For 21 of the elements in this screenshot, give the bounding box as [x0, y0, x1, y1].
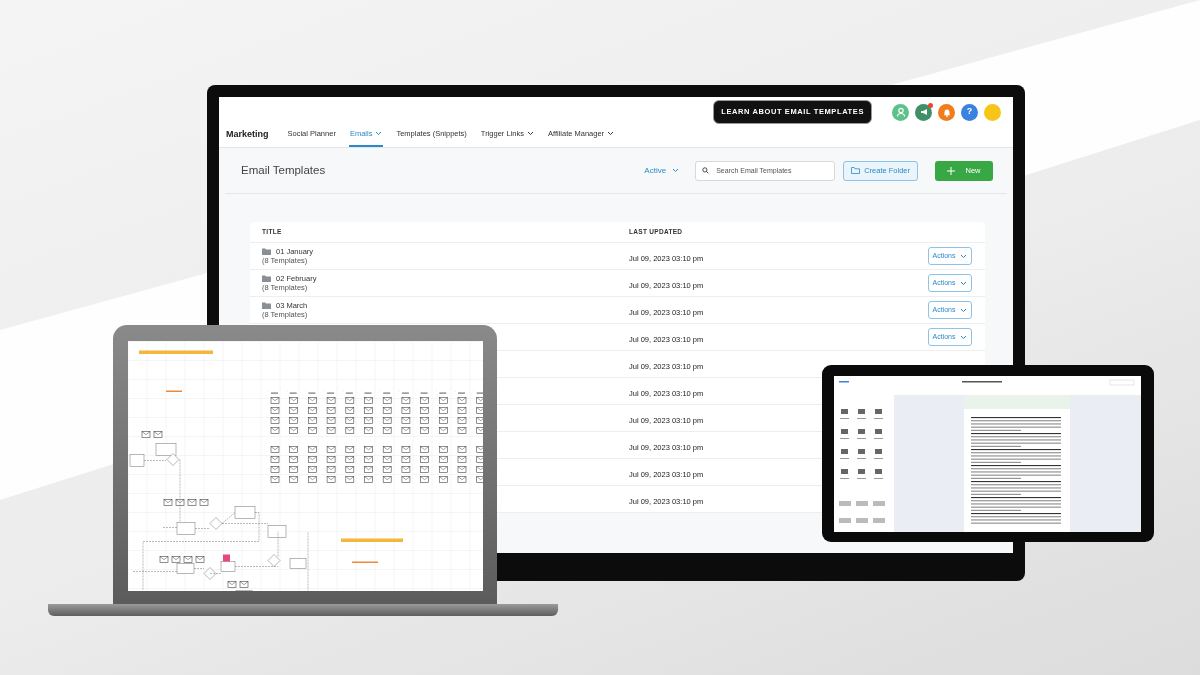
avatar-icon[interactable] [984, 103, 1001, 121]
notifications-button[interactable] [938, 103, 955, 121]
folder-icon [262, 301, 271, 309]
chevron-icon [672, 168, 680, 173]
search-icon [702, 167, 710, 174]
page-title: Email Templates [241, 162, 326, 178]
help-button[interactable]: ? [961, 103, 978, 121]
folder-icon [262, 247, 271, 255]
folder-icon [851, 167, 861, 174]
person-icon [895, 107, 906, 117]
chevron-icon [960, 307, 968, 313]
chevron-icon [960, 334, 968, 340]
megaphone-icon [918, 107, 929, 117]
status-filter[interactable]: Active [644, 164, 680, 177]
folder-icon [262, 274, 271, 282]
announcements-button[interactable] [915, 103, 932, 121]
app-title: Marketing [226, 127, 269, 141]
chevron-icon [960, 253, 968, 259]
contact-button[interactable] [892, 103, 909, 121]
chevron-icon [960, 280, 968, 286]
plus-icon [947, 166, 956, 175]
